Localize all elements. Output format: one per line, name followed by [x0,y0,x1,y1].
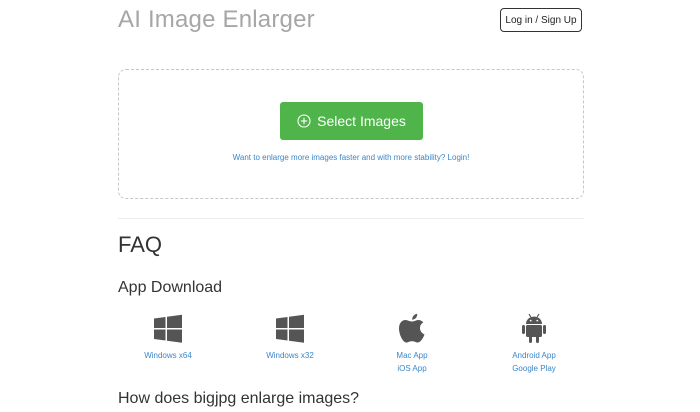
windows-x32-link[interactable]: Windows x32 [250,349,330,362]
page: AI Image Enlarger Log in / Sign Up Selec… [0,0,700,412]
windows-icon[interactable] [275,314,305,344]
select-images-button[interactable]: Select Images [280,102,423,140]
page-title: AI Image Enlarger [118,6,315,33]
windows-icon[interactable] [153,314,183,344]
app-download-heading: App Download [118,279,223,296]
faq-heading: FAQ [118,232,163,257]
android-icon[interactable] [521,313,547,344]
download-windows-x32: Windows x32 [250,314,330,362]
google-play-link[interactable]: Google Play [494,362,574,375]
select-images-label: Select Images [317,113,406,129]
windows-x64-link[interactable]: Windows x64 [128,349,208,362]
plus-circle-icon [297,114,311,128]
download-apple: Mac App iOS App [372,313,452,375]
section-divider [118,218,584,219]
apple-icon[interactable] [398,313,426,344]
ios-app-link[interactable]: iOS App [372,362,452,375]
android-app-link[interactable]: Android App [494,349,574,362]
download-android: Android App Google Play [494,313,574,375]
login-promo-link[interactable]: Want to enlarge more images faster and w… [118,153,584,162]
mac-app-link[interactable]: Mac App [372,349,452,362]
login-signup-button[interactable]: Log in / Sign Up [500,8,582,32]
how-it-works-heading: How does bigjpg enlarge images? [118,390,360,407]
download-windows-x64: Windows x64 [128,314,208,362]
